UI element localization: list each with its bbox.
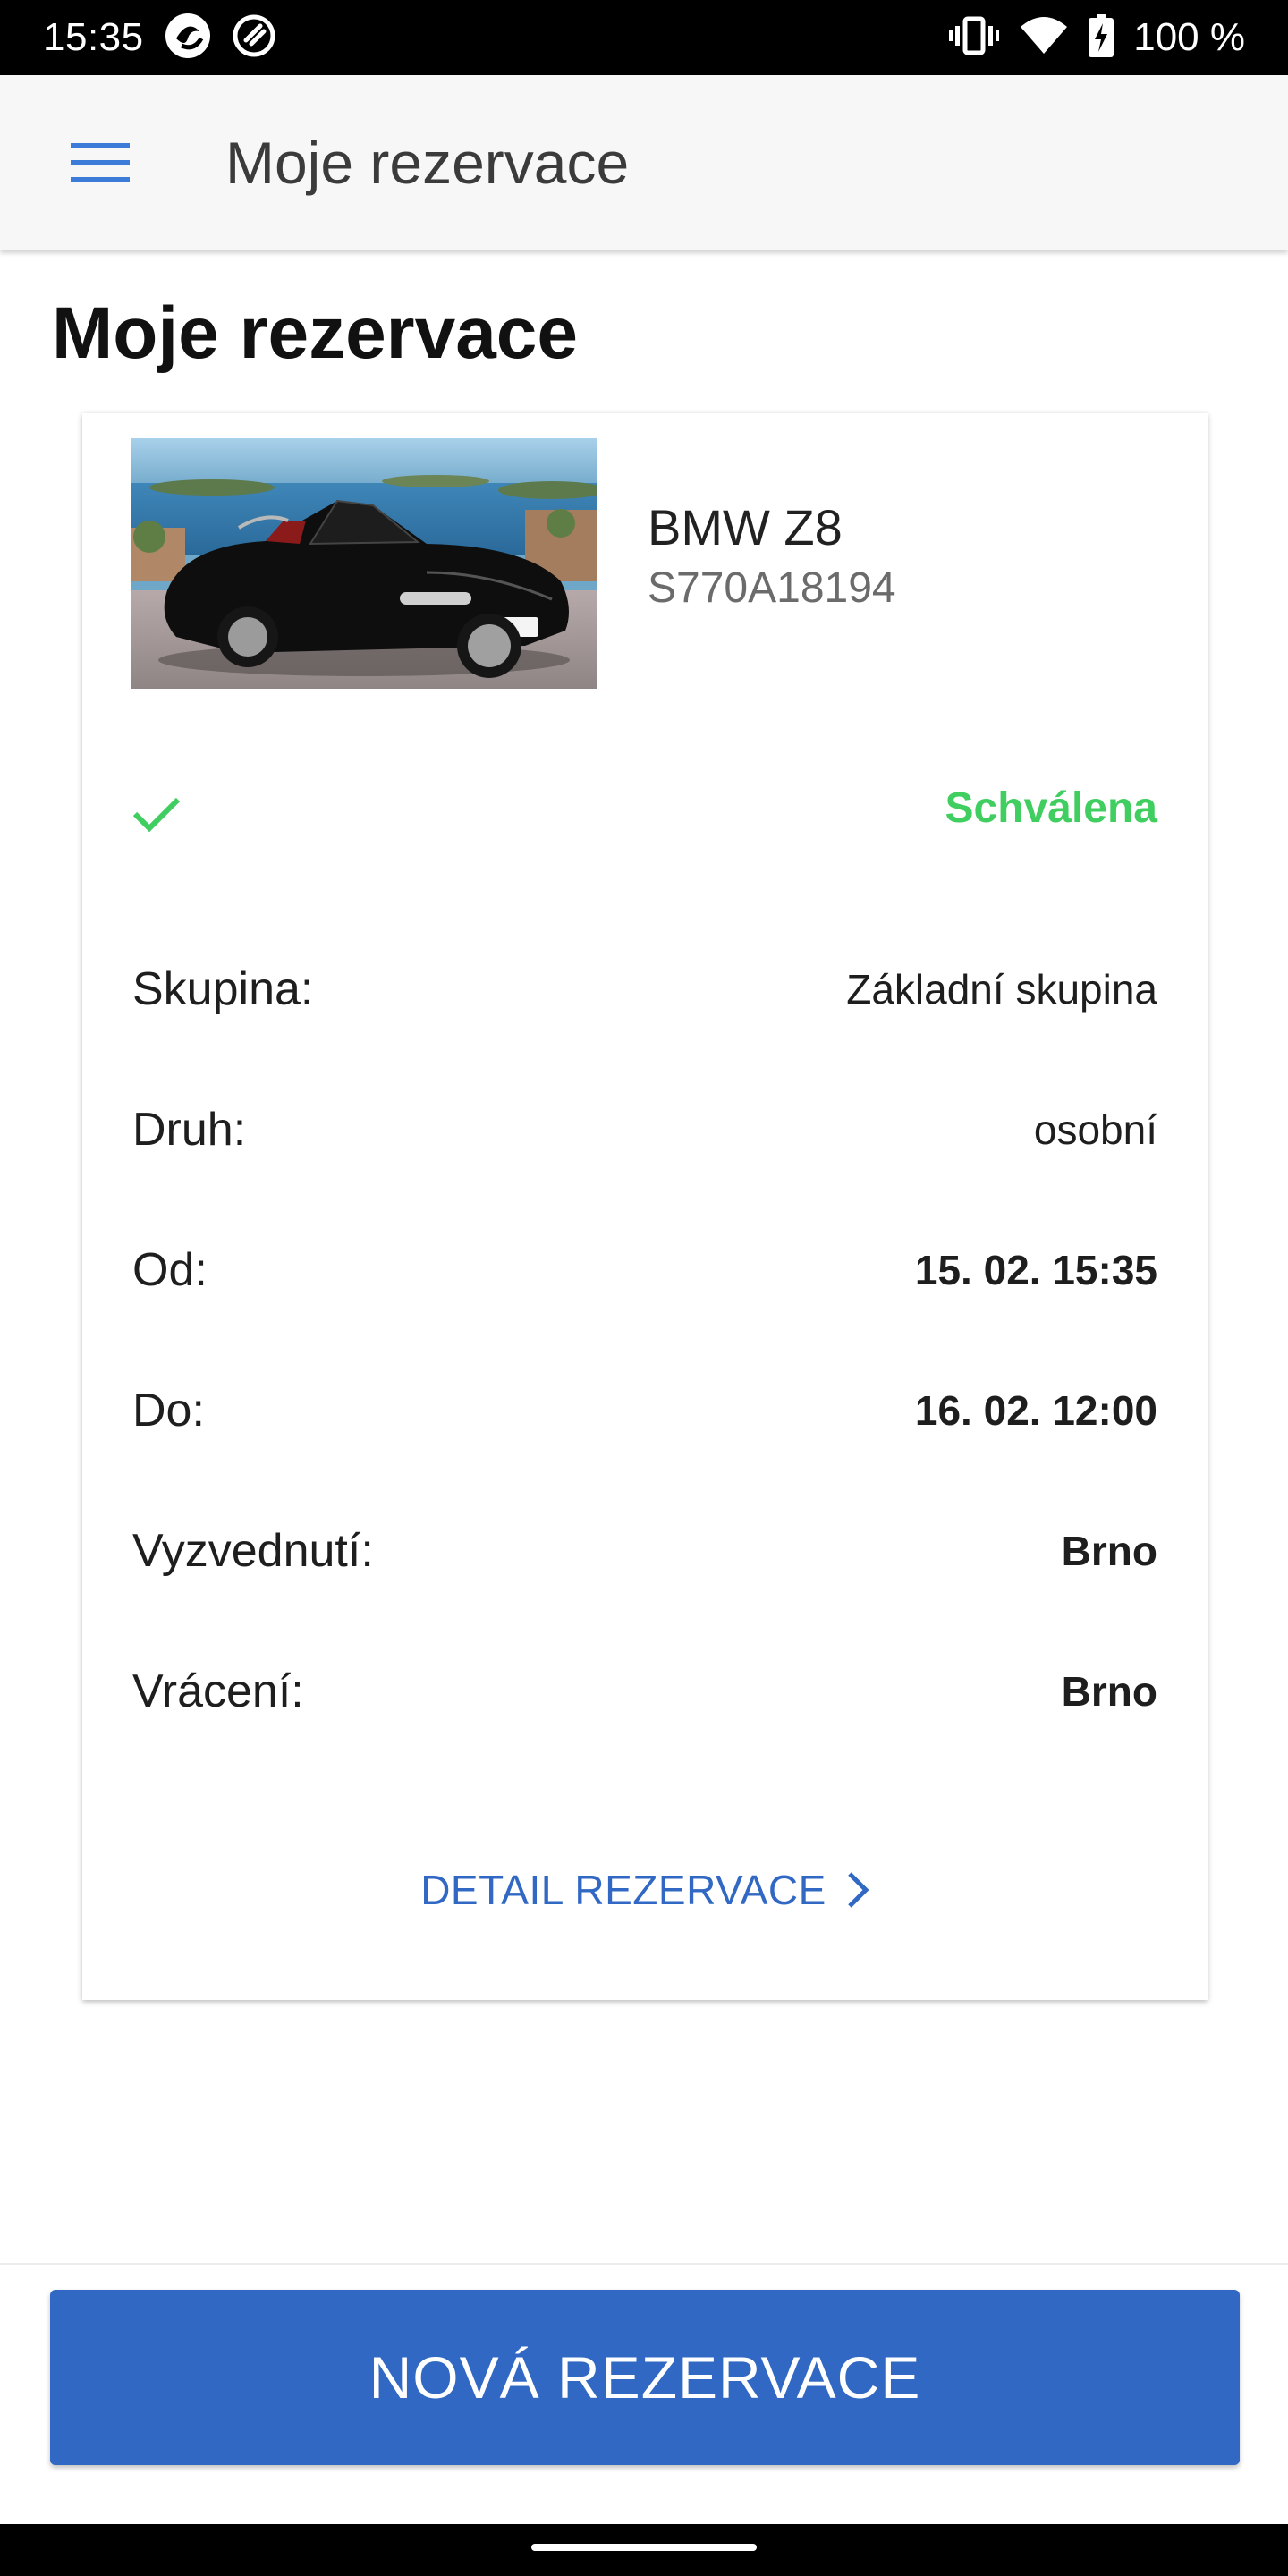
row-label: Od: [132, 1244, 208, 1296]
new-reservation-button[interactable]: NOVÁ REZERVACE [50, 2290, 1240, 2465]
hamburger-menu-icon[interactable] [71, 141, 130, 184]
row-value: Brno [1061, 1528, 1157, 1574]
status-left: 15:35 [43, 12, 276, 64]
app-bar-title: Moje rezervace [225, 130, 630, 196]
status-right: 100 % [949, 13, 1245, 62]
row-value: Brno [1061, 1668, 1157, 1715]
detail-link-label: DETAIL REZERVACE [420, 1867, 826, 1913]
wifi-icon [1019, 16, 1069, 60]
row-label: Vyzvednutí: [132, 1525, 374, 1577]
row-value: 15. 02. 15:35 [914, 1247, 1157, 1293]
row-label: Vrácení: [132, 1665, 304, 1717]
row-to: Do: 16. 02. 12:00 [132, 1375, 1157, 1446]
car-image [131, 438, 597, 689]
row-label: Druh: [132, 1104, 247, 1156]
at-icon [232, 13, 276, 63]
vibrate-icon [949, 15, 1000, 61]
row-pickup: Vyzvednutí: Brno [132, 1515, 1157, 1587]
status-badge: Schválena [945, 784, 1157, 832]
system-nav-bar [0, 2524, 1288, 2576]
page-title: Moje rezervace [52, 292, 579, 374]
row-group: Skupina: Základní skupina [132, 953, 1157, 1025]
car-name: BMW Z8 [648, 499, 843, 555]
row-value: osobní [1033, 1106, 1157, 1153]
home-gesture-handle[interactable] [531, 2544, 757, 2551]
reservation-card: BMW Z8 S770A18194 Schválena Skupina: Zák… [82, 413, 1208, 2000]
app-bar: Moje rezervace [0, 75, 1288, 250]
row-from: Od: 15. 02. 15:35 [132, 1234, 1157, 1306]
row-label: Do: [132, 1385, 205, 1436]
row-value: Základní skupina [846, 966, 1157, 1013]
row-label: Skupina: [132, 963, 314, 1015]
battery-charging-icon [1089, 13, 1114, 62]
app-icon [164, 12, 212, 64]
battery-percent: 100 % [1133, 15, 1245, 59]
status-bar: 15:35 100 % [0, 0, 1288, 75]
check-icon [130, 787, 183, 841]
menu-button[interactable] [48, 111, 152, 215]
bottom-action-area: NOVÁ REZERVACE [0, 2263, 1288, 2524]
status-time: 15:35 [43, 15, 144, 59]
car-plate: S770A18194 [648, 564, 896, 612]
row-value: 16. 02. 12:00 [914, 1387, 1157, 1434]
row-return: Vrácení: Brno [132, 1656, 1157, 1727]
chevron-right-icon [848, 1872, 869, 1908]
detail-reservation-link[interactable]: DETAIL REZERVACE [82, 1850, 1208, 1930]
row-type: Druh: osobní [132, 1094, 1157, 1165]
